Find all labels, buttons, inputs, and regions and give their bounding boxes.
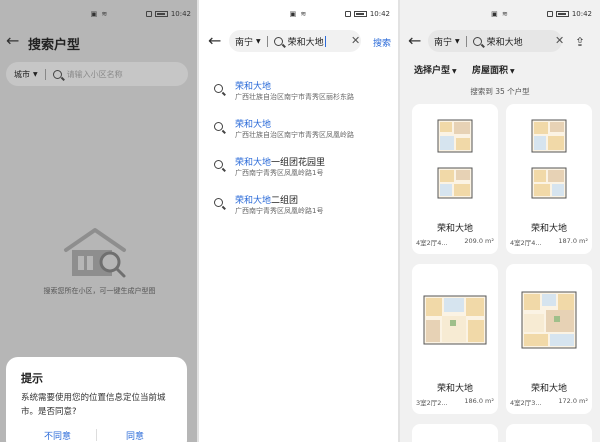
status-icons-right: 10:42 bbox=[546, 10, 592, 18]
status-icons-center: ▣ ≋ bbox=[289, 10, 308, 18]
divider bbox=[44, 68, 46, 80]
battery-icon bbox=[353, 11, 367, 17]
result-address: 广西壮族自治区南宁市青秀区丽杉东路 bbox=[235, 93, 354, 101]
city-selector[interactable]: 城市 bbox=[14, 69, 30, 80]
chevron-down-icon[interactable]: ▼ bbox=[455, 38, 460, 45]
status-time: 10:42 bbox=[571, 10, 592, 18]
result-count: 搜索到 35 个户型 bbox=[470, 87, 530, 96]
text-cursor bbox=[324, 35, 326, 47]
share-icon[interactable]: ⇪ bbox=[575, 35, 585, 49]
search-icon bbox=[273, 36, 283, 46]
floorplan-image bbox=[521, 291, 577, 349]
search-bar[interactable]: 城市 ▼ 请输入小区名称 bbox=[6, 62, 188, 86]
deny-button[interactable]: 不同意 bbox=[44, 429, 71, 442]
filter-type-dropdown[interactable]: 选择户型 ▼ bbox=[414, 63, 457, 76]
floorplan-card[interactable]: 荣和大地 3室2厅2... 186.0 m² bbox=[412, 264, 498, 414]
status-icons-right: 10:42 bbox=[145, 10, 191, 18]
search-button[interactable]: 搜索 bbox=[373, 36, 391, 49]
chevron-down-icon[interactable]: ▼ bbox=[33, 71, 38, 78]
floorplan-card[interactable]: 荣和大地 4室2厅4... 187.0 m² bbox=[506, 104, 592, 254]
card-spec: 4室2厅4... bbox=[416, 239, 448, 247]
floorplan-image bbox=[423, 295, 487, 345]
result-address: 广西南宁青秀区凤凰岭路1号 bbox=[235, 207, 324, 215]
chevron-down-icon: ▼ bbox=[452, 68, 457, 75]
floorplan-card-partial[interactable] bbox=[412, 424, 498, 442]
battery-icon bbox=[154, 11, 168, 17]
clear-icon[interactable]: ✕ bbox=[351, 34, 360, 47]
floorplan-card[interactable]: 荣和大地 4室2厅4... 209.0 m² bbox=[412, 104, 498, 254]
list-item[interactable]: 荣和大地二组团 广西南宁青秀区凤凰岭路1号 bbox=[213, 193, 393, 223]
page-title: 搜索户型 bbox=[28, 38, 81, 53]
card-spec: 3室2厅2... bbox=[416, 399, 448, 407]
list-item[interactable]: 荣和大地一组团花园里 广西南宁青秀区凤凰岭路1号 bbox=[213, 155, 393, 185]
status-bar: ▣ ≋ 10:42 bbox=[0, 0, 199, 26]
location-permission-dialog: 提示 系统需要使用您的位置信息定位当前城市。是否同意? 不同意 同意 bbox=[6, 357, 187, 442]
card-spec: 4室2厅4... bbox=[510, 239, 542, 247]
status-icons-right: 10:42 bbox=[344, 10, 390, 18]
signal-icon bbox=[145, 11, 152, 17]
card-title: 荣和大地 bbox=[530, 384, 567, 394]
card-title: 荣和大地 bbox=[530, 224, 567, 234]
search-icon bbox=[214, 122, 223, 131]
panel-floorplan-results: ▣ ≋ 10:42 ← 南宁 ▼ 荣和大地 ✕ ⇪ 选择户型 ▼ 房屋面积 ▼ 搜索… bbox=[400, 0, 600, 442]
card-title: 荣和大地 bbox=[436, 384, 473, 394]
result-address: 广西壮族自治区南宁市青秀区凤凰岭路 bbox=[235, 131, 354, 139]
filter-area-dropdown[interactable]: 房屋面积 ▼ bbox=[472, 63, 515, 76]
search-input[interactable]: 荣和大地 bbox=[288, 35, 324, 48]
search-icon bbox=[472, 36, 482, 46]
chevron-down-icon[interactable]: ▼ bbox=[256, 38, 261, 45]
floorplan-image bbox=[437, 119, 473, 199]
clear-icon[interactable]: ✕ bbox=[555, 34, 564, 47]
search-icon bbox=[52, 69, 62, 79]
back-arrow-icon[interactable]: ← bbox=[208, 33, 221, 49]
dialog-title: 提示 bbox=[21, 372, 43, 385]
result-name: 荣和大地 bbox=[235, 82, 272, 92]
house-search-icon bbox=[64, 228, 126, 278]
status-time: 10:42 bbox=[170, 10, 191, 18]
status-icons-center: ▣ ≋ bbox=[90, 10, 109, 18]
signal-icon bbox=[546, 11, 553, 17]
card-spec: 4室2厅3... bbox=[510, 399, 542, 407]
status-icons-center: ▣ ≋ bbox=[491, 10, 509, 18]
card-area: 186.0 m² bbox=[464, 397, 494, 405]
result-address: 广西南宁青秀区凤凰岭路1号 bbox=[235, 169, 324, 177]
result-name: 荣和大地二组团 bbox=[235, 196, 299, 206]
floorplan-image bbox=[531, 119, 567, 199]
result-name: 荣和大地 bbox=[235, 120, 272, 130]
back-arrow-icon[interactable]: ← bbox=[6, 33, 19, 49]
search-input[interactable]: 请输入小区名称 bbox=[67, 69, 123, 80]
status-time: 10:42 bbox=[369, 10, 390, 18]
result-name: 荣和大地一组团花园里 bbox=[235, 158, 326, 168]
list-item[interactable]: 荣和大地 广西壮族自治区南宁市青秀区凤凰岭路 bbox=[213, 117, 393, 147]
panel-search-results: ▣ ≋ 10:42 ← 南宁 ▼ 荣和大地 ✕ 搜索 荣和大地 广西壮族自治区南… bbox=[199, 0, 398, 442]
signal-icon bbox=[344, 11, 351, 17]
search-bar[interactable]: 南宁 ▼ 荣和大地 bbox=[229, 30, 361, 52]
back-arrow-icon[interactable]: ← bbox=[408, 33, 421, 49]
card-area: 209.0 m² bbox=[464, 237, 494, 245]
empty-state-text: 搜索您所在小区，可一键生成户型图 bbox=[43, 287, 156, 295]
divider bbox=[266, 35, 268, 47]
floorplan-card[interactable]: 荣和大地 4室2厅3... 172.0 m² bbox=[506, 264, 592, 414]
agree-button[interactable]: 同意 bbox=[126, 429, 144, 442]
status-bar: ▣ ≋ 10:42 bbox=[199, 0, 398, 26]
search-bar[interactable]: 南宁 ▼ 荣和大地 bbox=[428, 30, 562, 52]
card-title: 荣和大地 bbox=[436, 224, 473, 234]
panel-search-home: ▣ ≋ 10:42 ← 搜索户型 城市 ▼ 请输入小区名称 搜索您所在小区，可一… bbox=[0, 0, 199, 442]
card-area: 172.0 m² bbox=[558, 397, 588, 405]
city-selector[interactable]: 南宁 bbox=[434, 35, 452, 48]
search-icon bbox=[214, 198, 223, 207]
card-area: 187.0 m² bbox=[558, 237, 588, 245]
list-item[interactable]: 荣和大地 广西壮族自治区南宁市青秀区丽杉东路 bbox=[213, 79, 393, 109]
floorplan-card-partial[interactable] bbox=[506, 424, 592, 442]
search-input[interactable]: 荣和大地 bbox=[487, 35, 523, 48]
dialog-button-divider bbox=[96, 429, 97, 441]
search-icon bbox=[214, 84, 223, 93]
search-icon bbox=[214, 160, 223, 169]
chevron-down-icon: ▼ bbox=[510, 68, 515, 75]
divider bbox=[465, 35, 467, 47]
status-bar: ▣ ≋ 10:42 bbox=[400, 0, 600, 26]
city-selector[interactable]: 南宁 bbox=[235, 35, 253, 48]
battery-icon bbox=[555, 11, 569, 17]
dialog-message: 系统需要使用您的位置信息定位当前城市。是否同意? bbox=[21, 393, 166, 417]
